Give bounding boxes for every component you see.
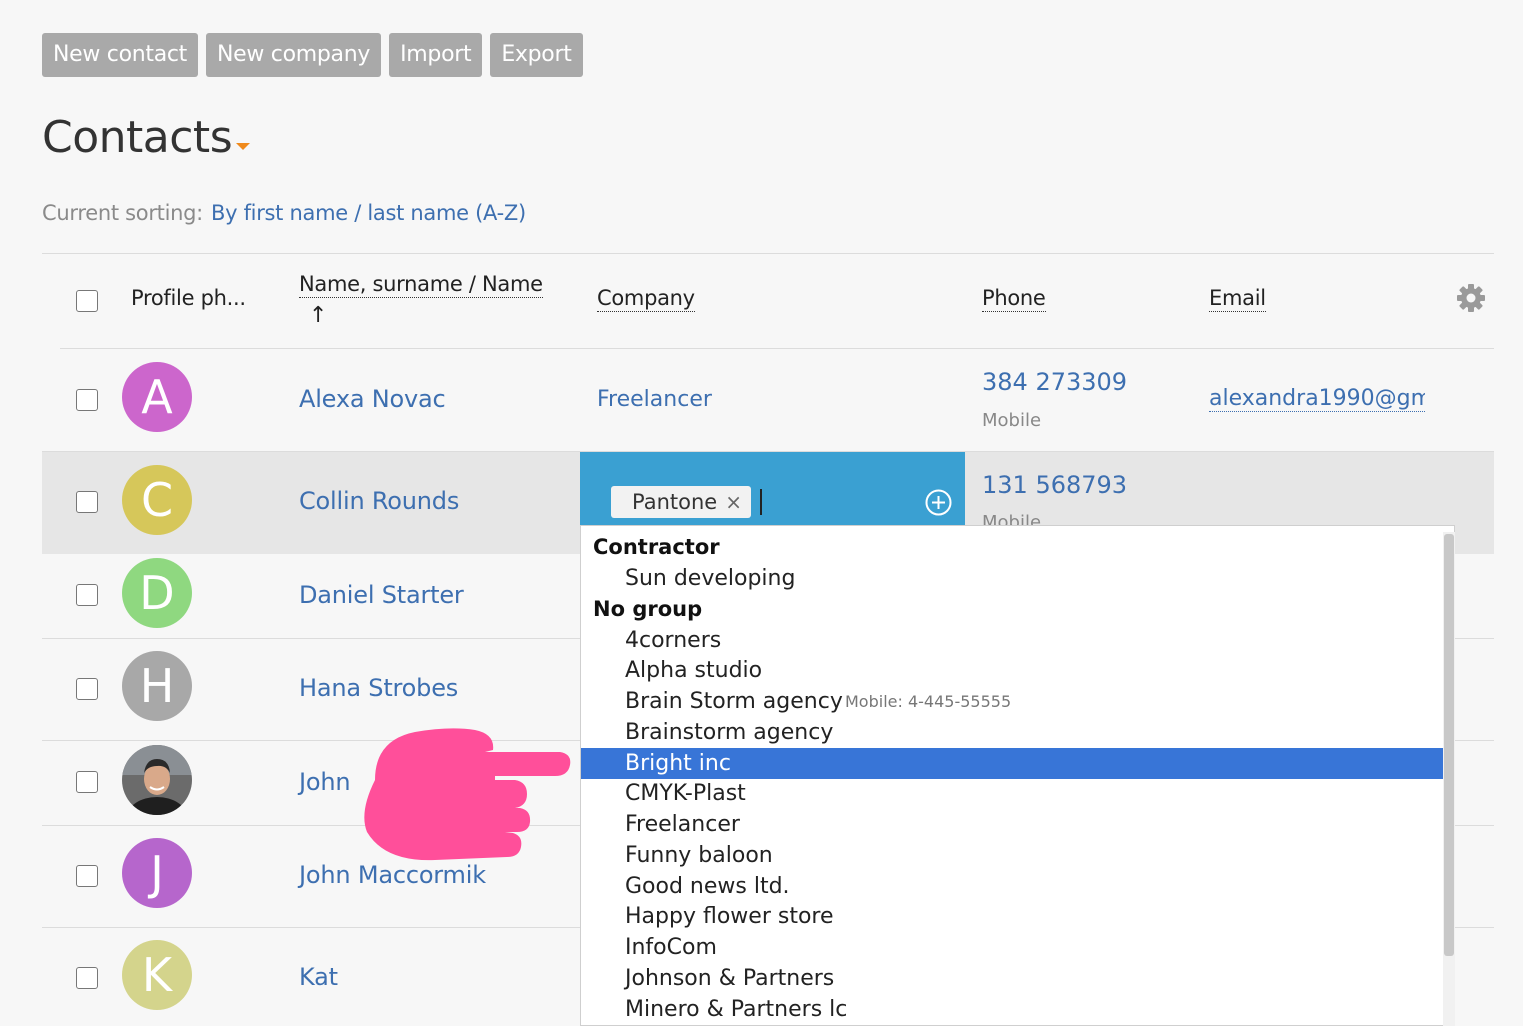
- sorting-info: Current sorting: By first name / last nam…: [42, 201, 526, 225]
- company-tag: Pantone ×: [611, 486, 751, 518]
- dropdown-option[interactable]: Johnson & Partners: [581, 963, 1443, 994]
- row-checkbox[interactable]: [76, 678, 98, 700]
- dropdown-option[interactable]: CMYK-Plast: [581, 778, 1443, 809]
- dropdown-option[interactable]: 4corners: [581, 625, 1443, 656]
- remove-tag-icon[interactable]: ×: [725, 486, 742, 518]
- pointing-hand-icon: [364, 728, 571, 861]
- dropdown-option[interactable]: Brain Storm agency Mobile: 4-445-55555: [581, 686, 1443, 717]
- phone-link[interactable]: 384 273309: [982, 368, 1127, 396]
- contact-name-link[interactable]: Hana Strobes: [299, 674, 458, 702]
- dropdown-option[interactable]: Brainstorm agency: [581, 717, 1443, 748]
- row-checkbox[interactable]: [76, 491, 98, 513]
- row-checkbox[interactable]: [76, 771, 98, 793]
- option-label: Alpha studio: [625, 658, 763, 683]
- row-checkbox[interactable]: [76, 584, 98, 606]
- dropdown-option[interactable]: Freelancer: [581, 809, 1443, 840]
- contact-name-link[interactable]: John: [299, 768, 351, 796]
- select-all-checkbox[interactable]: [76, 290, 98, 312]
- sorting-link[interactable]: By first name / last name (A-Z): [211, 201, 526, 225]
- title-dropdown-caret-icon[interactable]: [236, 143, 250, 150]
- option-label: Funny baloon: [625, 843, 773, 868]
- option-hint: Mobile: 4-445-55555: [845, 692, 1012, 711]
- add-company-icon[interactable]: [925, 489, 952, 516]
- divider: [60, 348, 1494, 349]
- toolbar: New contact New company Import Export: [42, 33, 583, 77]
- sorting-label: Current sorting:: [42, 201, 203, 225]
- dropdown-option-selected[interactable]: Bright inc: [581, 748, 1443, 779]
- new-company-button[interactable]: New company: [206, 33, 382, 77]
- row-checkbox[interactable]: [76, 967, 98, 989]
- avatar: J: [122, 838, 192, 908]
- avatar: K: [122, 940, 192, 1010]
- avatar-photo: [122, 745, 192, 815]
- option-label: Johnson & Partners: [625, 966, 835, 991]
- dropdown-option[interactable]: Alpha studio: [581, 655, 1443, 686]
- import-button[interactable]: Import: [389, 33, 483, 77]
- option-label: Brain Storm agency: [625, 689, 843, 714]
- dropdown-option[interactable]: Funny baloon: [581, 840, 1443, 871]
- option-label: Sun developing: [625, 566, 796, 591]
- divider: [42, 253, 1494, 254]
- avatar: C: [122, 465, 192, 535]
- company-tag-label: Pantone: [632, 490, 718, 514]
- avatar: H: [122, 651, 192, 721]
- header-phone[interactable]: Phone: [982, 286, 1046, 312]
- phone-link[interactable]: 131 568793: [982, 471, 1127, 499]
- new-contact-button[interactable]: New contact: [42, 33, 199, 77]
- phone-type: Mobile: [982, 410, 1042, 431]
- option-label: 4corners: [625, 628, 722, 653]
- contact-name-link[interactable]: Kat: [299, 963, 338, 991]
- dropdown-option[interactable]: Minero & Partners lc: [581, 994, 1443, 1025]
- dropdown-option[interactable]: Happy flower store: [581, 901, 1443, 932]
- option-label: Brainstorm agency: [625, 720, 834, 745]
- dropdown-group-label: Contractor: [593, 535, 720, 559]
- dropdown-option[interactable]: Sun developing: [581, 563, 1443, 594]
- page-title: Contacts: [42, 112, 233, 163]
- option-label: InfoCom: [625, 935, 717, 960]
- header-company[interactable]: Company: [597, 286, 695, 312]
- text-cursor: [760, 489, 762, 515]
- contact-name-link[interactable]: Daniel Starter: [299, 581, 464, 609]
- header-company-label[interactable]: Company: [597, 286, 695, 312]
- option-label: CMYK-Plast: [625, 781, 746, 806]
- header-name[interactable]: Name, surname / Name: [299, 272, 543, 298]
- dropdown-group-label: No group: [593, 597, 703, 621]
- header-photo: Profile ph...: [131, 286, 246, 310]
- option-label: Minero & Partners lc: [625, 997, 848, 1022]
- option-label: Good news ltd.: [625, 874, 790, 899]
- avatar: A: [122, 362, 192, 432]
- header-email-label[interactable]: Email: [1209, 286, 1266, 312]
- contact-name-link[interactable]: Alexa Novac: [299, 385, 446, 413]
- dropdown-scrollbar-thumb[interactable]: [1444, 534, 1454, 956]
- gear-icon[interactable]: [1455, 282, 1487, 314]
- company-link[interactable]: Freelancer: [597, 387, 712, 412]
- dropdown-option[interactable]: Good news ltd.: [581, 871, 1443, 902]
- row-checkbox[interactable]: [76, 865, 98, 887]
- company-dropdown[interactable]: Contractor Sun developing No group 4corn…: [580, 525, 1455, 1026]
- sort-ascending-icon: ↑: [309, 303, 328, 328]
- option-label: Freelancer: [625, 812, 740, 837]
- avatar: D: [122, 558, 192, 628]
- header-phone-label[interactable]: Phone: [982, 286, 1046, 312]
- option-label: Bright inc: [625, 751, 731, 776]
- contact-name-link[interactable]: Collin Rounds: [299, 487, 459, 515]
- email-link[interactable]: alexandra1990@gma: [1209, 386, 1425, 412]
- option-label: Happy flower store: [625, 904, 834, 929]
- header-name-label[interactable]: Name, surname / Name: [299, 272, 543, 298]
- export-button[interactable]: Export: [490, 33, 583, 77]
- row-checkbox[interactable]: [76, 389, 98, 411]
- header-email[interactable]: Email: [1209, 286, 1266, 312]
- dropdown-option[interactable]: InfoCom: [581, 932, 1443, 963]
